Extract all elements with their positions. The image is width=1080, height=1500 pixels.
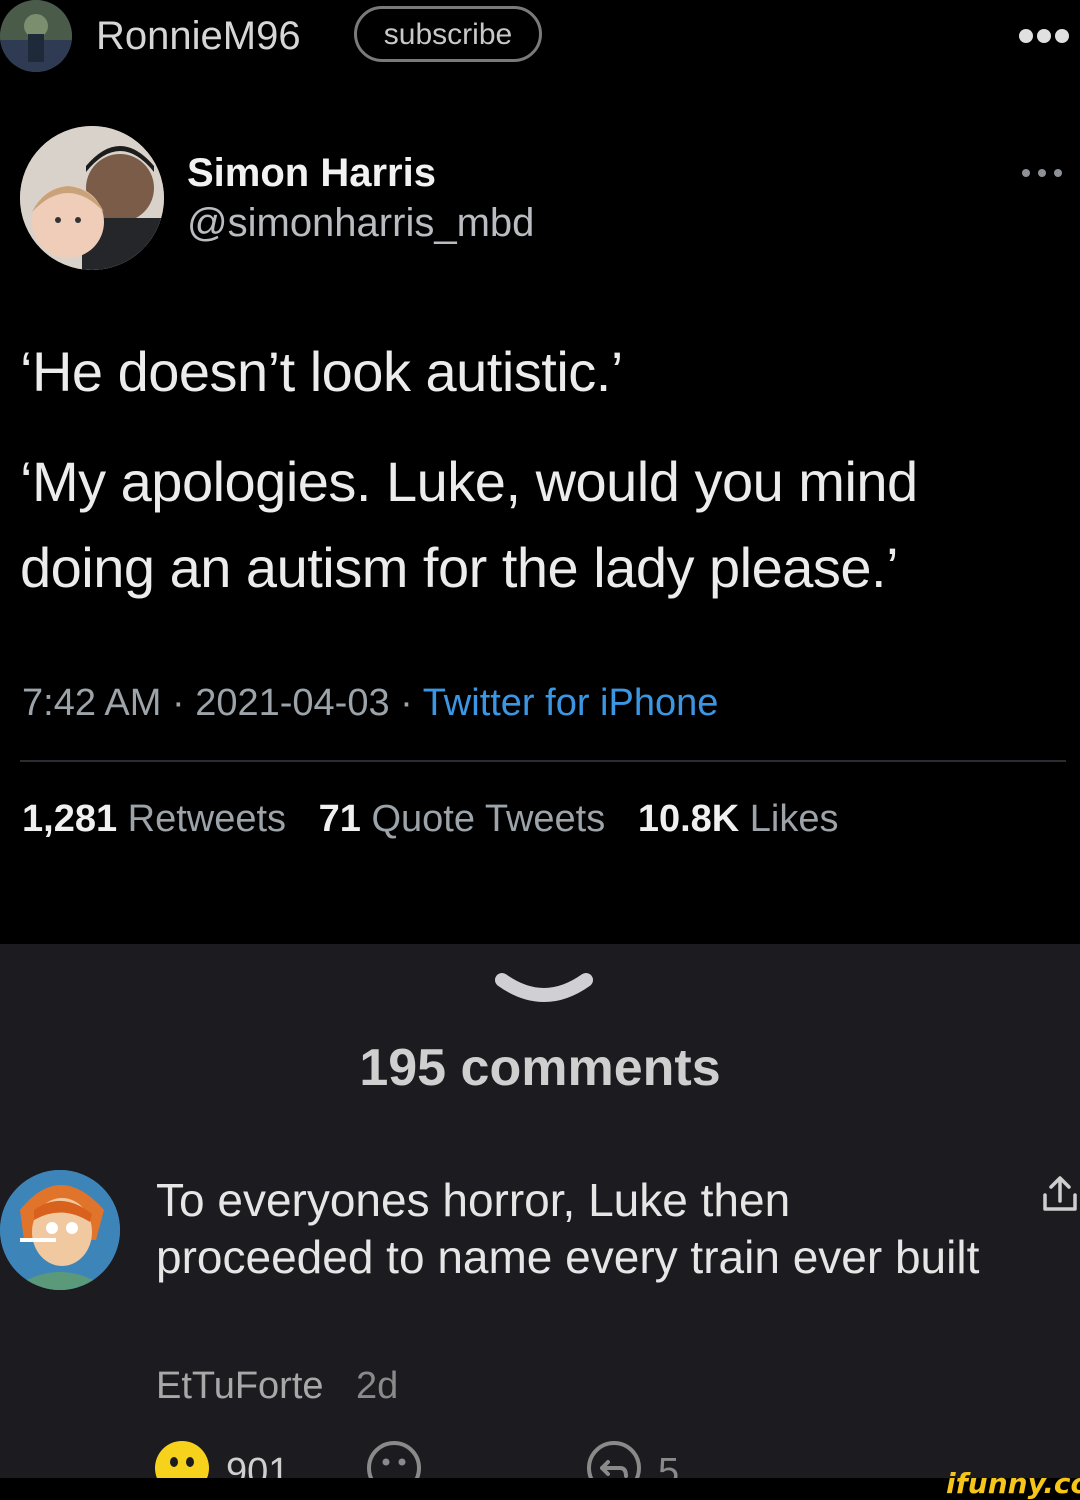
ifunny-watermark: ifunny.co [946,1467,1080,1500]
bottom-bar [0,1478,1080,1499]
tweet-source: Twitter for iPhone [422,682,719,724]
likes-label: Likes [749,798,839,840]
commenter-avatar-image [0,1170,120,1290]
comment-text: To everyones horror, Luke then proceeded… [156,1174,980,1283]
quotes-label: Quote Tweets [371,798,606,840]
likes-count: 10.8K [637,798,740,840]
meta-separator: · [400,682,413,724]
tweet-time: 7:42 AM [22,682,162,724]
divider [20,760,1066,762]
more-dots-icon[interactable] [1016,18,1072,54]
author-avatar-image [0,0,72,72]
tweet-text-line: doing an autism for the lady please.’ [20,536,899,599]
tweet-text-line: ‘He doesn’t look autistic.’ [20,340,623,403]
tweet-more-icon [1022,169,1062,177]
chevron-down-icon[interactable] [494,970,594,1010]
comments-count-title: 195 comments [359,1039,721,1097]
tweet-date: 2021-04-03 [195,682,390,724]
commenter-avatar[interactable] [0,1170,120,1290]
share-icon[interactable] [1040,1175,1080,1215]
author-avatar[interactable] [0,0,72,72]
comment-author[interactable]: EtTuForte [156,1364,324,1408]
tweet-author-handle: @simonharris_mbd [187,201,535,245]
retweets-label: Retweets [127,798,287,840]
tweet-meta: 7:42 AM · 2021-04-03 · Twitter for iPhon… [22,678,718,728]
quotes-count: 71 [318,798,361,840]
tweet-text-line: ‘My apologies. Luke, would you mind [20,450,918,513]
retweets-count: 1,281 [22,798,118,840]
tweet-avatar-photo [20,126,164,270]
subscribe-button[interactable]: subscribe [354,6,542,62]
meta-separator: · [171,682,185,724]
tweet-author-name: Simon Harris [187,151,436,195]
tweet-author-avatar [20,126,164,270]
comment-age: 2d [356,1365,399,1407]
author-username[interactable]: RonnieM96 [96,12,301,60]
tweet-stats: 1,281 Retweets 71 Quote Tweets 10.8K Lik… [22,794,861,844]
